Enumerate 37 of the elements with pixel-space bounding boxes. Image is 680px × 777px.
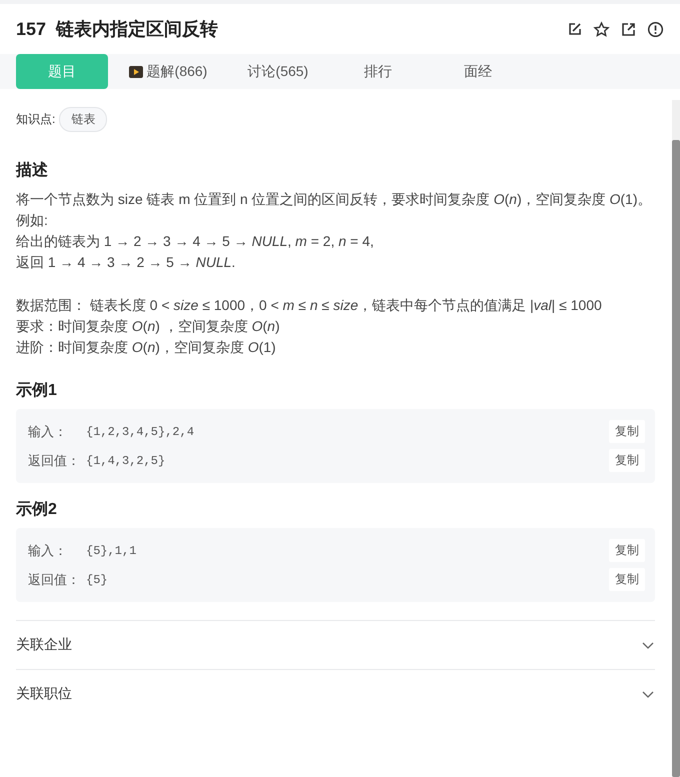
example-heading: 示例1	[16, 381, 58, 401]
description-text: 返回 1 → 4 → 3 → 2 → 5 → NULL.	[16, 253, 236, 272]
problem-title: 157 链表内指定区间反转	[16, 18, 218, 41]
tab[interactable]: 排行	[328, 54, 428, 89]
description-text: 要求：时间复杂度 O(n) ，空间复杂度 O(n)	[16, 317, 281, 336]
copy-button[interactable]: 复制	[609, 420, 645, 443]
example-value: {5}	[86, 572, 109, 586]
description-text: 将一个节点数为 size 链表 m 位置到 n 位置之间的区间反转，要求时间复杂度 O(n)，空间复杂度 O(1)。	[16, 190, 653, 209]
description-text: 给出的链表为 1 → 2 → 3 → 4 → 5 → NULL, m = 2, n = 4,	[16, 232, 375, 251]
copy-button[interactable]: 复制	[609, 568, 645, 591]
edit-icon[interactable]	[566, 20, 583, 38]
example-value: {5},1,1	[86, 544, 138, 558]
tab[interactable]: 讨论(565)	[228, 54, 328, 89]
description-text: 进阶：时间复杂度 O(n)，空间复杂度 O(1)	[16, 338, 277, 357]
section-title[interactable]: 关联企业	[16, 636, 72, 654]
topic-tag[interactable]: 链表	[59, 107, 108, 132]
example-label: 返回值：	[28, 570, 81, 588]
video-icon	[128, 66, 143, 78]
copy-button[interactable]: 复制	[609, 539, 645, 562]
example-value: {1,4,3,2,5}	[86, 454, 166, 468]
knowledge-label: 知识点:	[16, 111, 56, 128]
example-value: {1,2,3,4,5},2,4	[86, 424, 196, 438]
example-label: 返回值：	[28, 452, 81, 470]
scrollbar[interactable]	[672, 100, 680, 777]
description-text: 例如:	[16, 211, 49, 230]
warning-icon[interactable]	[647, 20, 664, 38]
example-label: 输入：	[28, 422, 68, 440]
example-label: 输入：	[28, 542, 68, 560]
example-heading: 示例2	[16, 500, 58, 520]
external-link-icon[interactable]	[620, 20, 637, 38]
tab[interactable]: 题解(866)	[108, 54, 228, 89]
tab[interactable]: 面经	[428, 54, 528, 89]
description-text: 数据范围： 链表长度 0 < size ≤ 1000，0 < m ≤ n ≤ size，链表中每个节点的值满足 |val| ≤ 1000	[16, 296, 603, 315]
section-heading: 描述	[16, 160, 49, 181]
star-icon[interactable]	[593, 20, 610, 38]
copy-button[interactable]: 复制	[609, 449, 645, 472]
section-title[interactable]: 关联职位	[16, 685, 72, 703]
